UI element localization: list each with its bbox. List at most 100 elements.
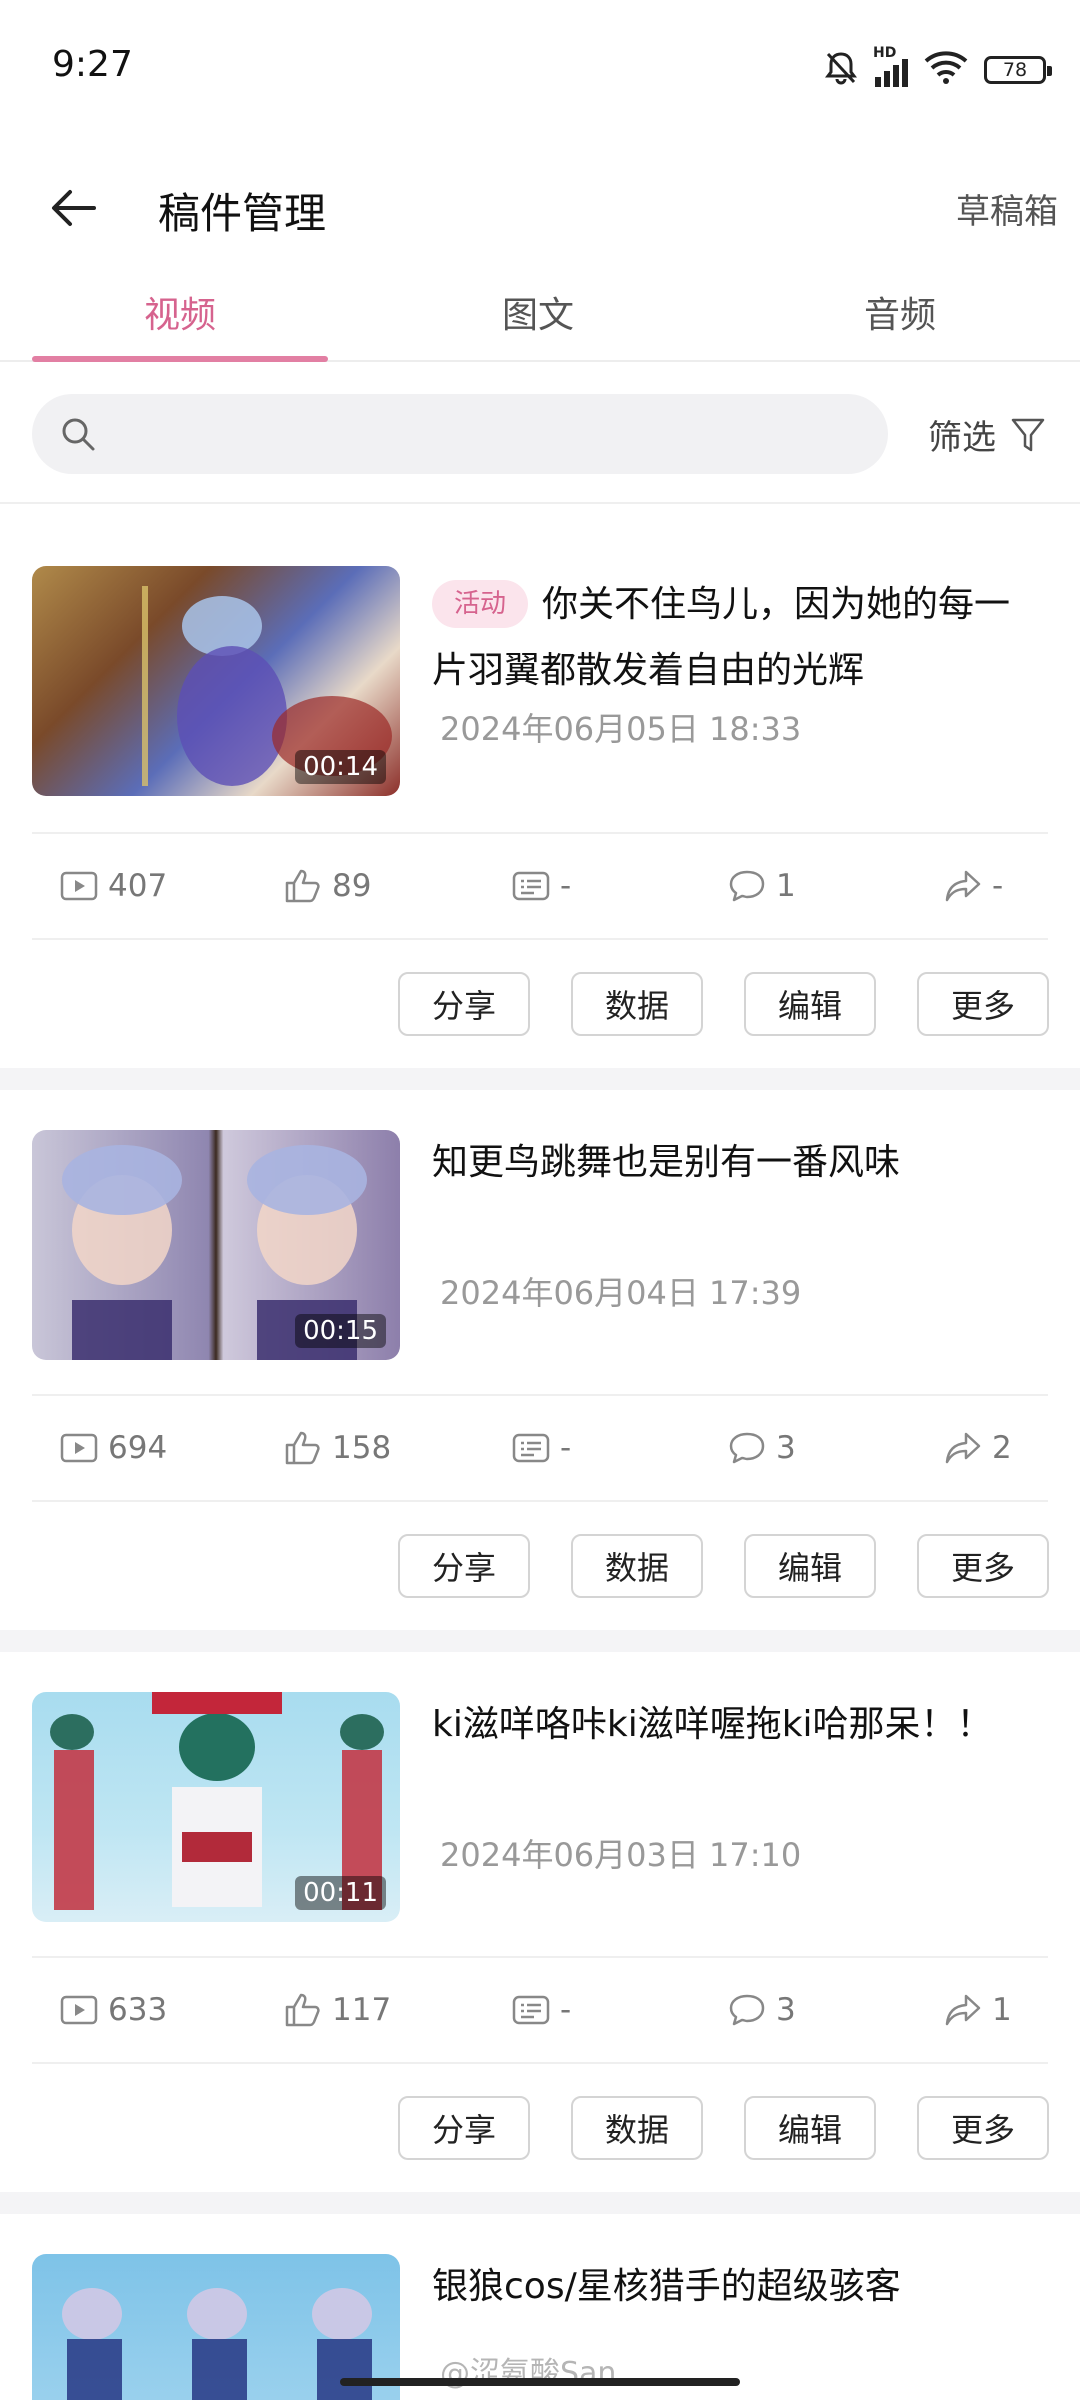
- likes-count: 117: [332, 1992, 392, 2028]
- active-tab-indicator: [32, 356, 328, 362]
- likes-stat: 117: [284, 1958, 391, 2062]
- card-separator: [0, 2192, 1080, 2214]
- plays-count: 633: [108, 1992, 168, 2028]
- video-card[interactable]: 00:11 ki滋咩咯咔ki滋咩喔拖ki哈那呆！！ 2024年06月03日 17…: [0, 1652, 1080, 2192]
- filter-button[interactable]: 筛选: [928, 410, 1046, 459]
- play-icon: [60, 1433, 98, 1463]
- thumbs-up-icon: [285, 1993, 320, 2027]
- video-title[interactable]: 知更鸟跳舞也是别有一番风味: [432, 1130, 1040, 1196]
- video-duration: 00:11: [295, 1876, 386, 1910]
- comments-stat: 3: [728, 1958, 796, 2062]
- play-icon: [60, 1995, 98, 2025]
- drafts-button[interactable]: 草稿箱: [956, 184, 1058, 233]
- video-actions: 分享 数据 编辑 更多: [0, 2096, 1080, 2162]
- home-indicator[interactable]: [340, 2378, 740, 2386]
- wifi-icon: [924, 51, 968, 89]
- more-button[interactable]: 更多: [917, 972, 1049, 1036]
- mute-bell-icon: [823, 50, 859, 90]
- cell-signal-icon: HD: [873, 45, 908, 87]
- publish-date: 2024年06月04日 17:39: [440, 1274, 802, 1312]
- comments-count: 3: [776, 1430, 796, 1466]
- video-title[interactable]: 银狼cos/星核猎手的超级骇客: [432, 2254, 1040, 2320]
- share-button[interactable]: 分享: [398, 2096, 530, 2160]
- video-thumbnail[interactable]: 00:11: [32, 1692, 400, 1922]
- comments-stat: 3: [728, 1396, 796, 1500]
- page-title: 稿件管理: [158, 189, 327, 238]
- search-input[interactable]: [32, 394, 888, 474]
- shares-stat: 1: [944, 1958, 1012, 2062]
- plays-count: 407: [108, 868, 168, 904]
- danmaku-stat: -: [512, 1958, 571, 2062]
- likes-count: 89: [332, 868, 372, 904]
- more-button[interactable]: 更多: [917, 2096, 1049, 2160]
- video-card[interactable]: 00:15 知更鸟跳舞也是别有一番风味 2024年06月04日 17:39 69…: [0, 1090, 1080, 1630]
- activity-tag: 活动: [432, 580, 529, 628]
- arrow-left-icon: [52, 190, 96, 226]
- battery-indicator: 78: [984, 56, 1052, 84]
- comment-icon: [729, 1432, 765, 1464]
- title-bar: 稿件管理 草稿箱: [0, 140, 1080, 280]
- tab-audio[interactable]: 音频: [752, 262, 1048, 362]
- thumbs-up-icon: [285, 869, 320, 903]
- content-type-tabs: 视频 图文 音频: [0, 262, 1080, 362]
- data-button[interactable]: 数据: [571, 2096, 703, 2160]
- video-title[interactable]: ki滋咩咯咔ki滋咩喔拖ki哈那呆！！: [432, 1692, 1040, 1758]
- video-duration: 00:14: [295, 750, 386, 784]
- video-duration: 00:15: [295, 1314, 386, 1348]
- comment-icon: [729, 870, 765, 902]
- play-icon: [60, 871, 98, 901]
- video-actions: 分享 数据 编辑 更多: [0, 972, 1080, 1038]
- video-title-text: 银狼cos/星核猎手的超级骇客: [432, 2266, 901, 2307]
- filter-label: 筛选: [928, 418, 996, 458]
- danmaku-count: -: [560, 1430, 572, 1466]
- data-button[interactable]: 数据: [571, 1534, 703, 1598]
- shares-count: 1: [992, 1992, 1012, 2028]
- search-icon: [62, 418, 95, 451]
- divider: [32, 938, 1048, 940]
- video-thumbnail[interactable]: 00:14: [32, 566, 400, 796]
- status-time: 9:27: [52, 44, 133, 85]
- likes-stat: 158: [284, 1396, 391, 1500]
- share-arrow-icon: [945, 870, 981, 902]
- back-button[interactable]: [44, 178, 104, 238]
- video-card[interactable]: 00:14 活动 你关不住鸟儿，因为她的每一片羽翼都散发着自由的光辉 2024年0…: [0, 506, 1080, 1068]
- video-stats: 633 117 - 3 1: [32, 1958, 1048, 2062]
- share-button[interactable]: 分享: [398, 1534, 530, 1598]
- danmaku-stat: -: [512, 834, 571, 938]
- edit-button[interactable]: 编辑: [744, 2096, 876, 2160]
- more-button[interactable]: 更多: [917, 1534, 1049, 1598]
- danmaku-icon: [512, 871, 550, 901]
- publish-date: 2024年06月03日 17:10: [440, 1836, 802, 1874]
- search-row: 筛选: [0, 364, 1080, 504]
- tab-image-text[interactable]: 图文: [390, 262, 686, 362]
- comments-count: 3: [776, 1992, 796, 2028]
- danmaku-stat: -: [512, 1396, 571, 1500]
- shares-stat: 2: [944, 1396, 1012, 1500]
- video-title-text: 知更鸟跳舞也是别有一番风味: [432, 1142, 901, 1183]
- shares-stat: -: [944, 834, 1003, 938]
- video-title[interactable]: 活动 你关不住鸟儿，因为她的每一片羽翼都散发着自由的光辉: [432, 572, 1040, 704]
- video-thumbnail[interactable]: 00:15: [32, 1130, 400, 1360]
- danmaku-icon: [512, 1995, 550, 2025]
- share-arrow-icon: [945, 1432, 981, 1464]
- comments-count: 1: [776, 868, 796, 904]
- danmaku-icon: [512, 1433, 550, 1463]
- comment-icon: [729, 1994, 765, 2026]
- tab-video[interactable]: 视频: [32, 262, 328, 362]
- share-arrow-icon: [945, 1994, 981, 2026]
- card-separator: [0, 1630, 1080, 1652]
- plays-stat: 407: [60, 834, 167, 938]
- comments-stat: 1: [728, 834, 796, 938]
- status-icons: HD 78: [823, 45, 1052, 92]
- card-separator: [0, 1068, 1080, 1090]
- data-button[interactable]: 数据: [571, 972, 703, 1036]
- danmaku-count: -: [560, 1992, 572, 2028]
- likes-stat: 89: [284, 834, 371, 938]
- edit-button[interactable]: 编辑: [744, 1534, 876, 1598]
- edit-button[interactable]: 编辑: [744, 972, 876, 1036]
- likes-count: 158: [332, 1430, 392, 1466]
- plays-stat: 694: [60, 1396, 167, 1500]
- publish-date: 2024年06月05日 18:33: [440, 710, 802, 748]
- thumbs-up-icon: [285, 1431, 320, 1465]
- share-button[interactable]: 分享: [398, 972, 530, 1036]
